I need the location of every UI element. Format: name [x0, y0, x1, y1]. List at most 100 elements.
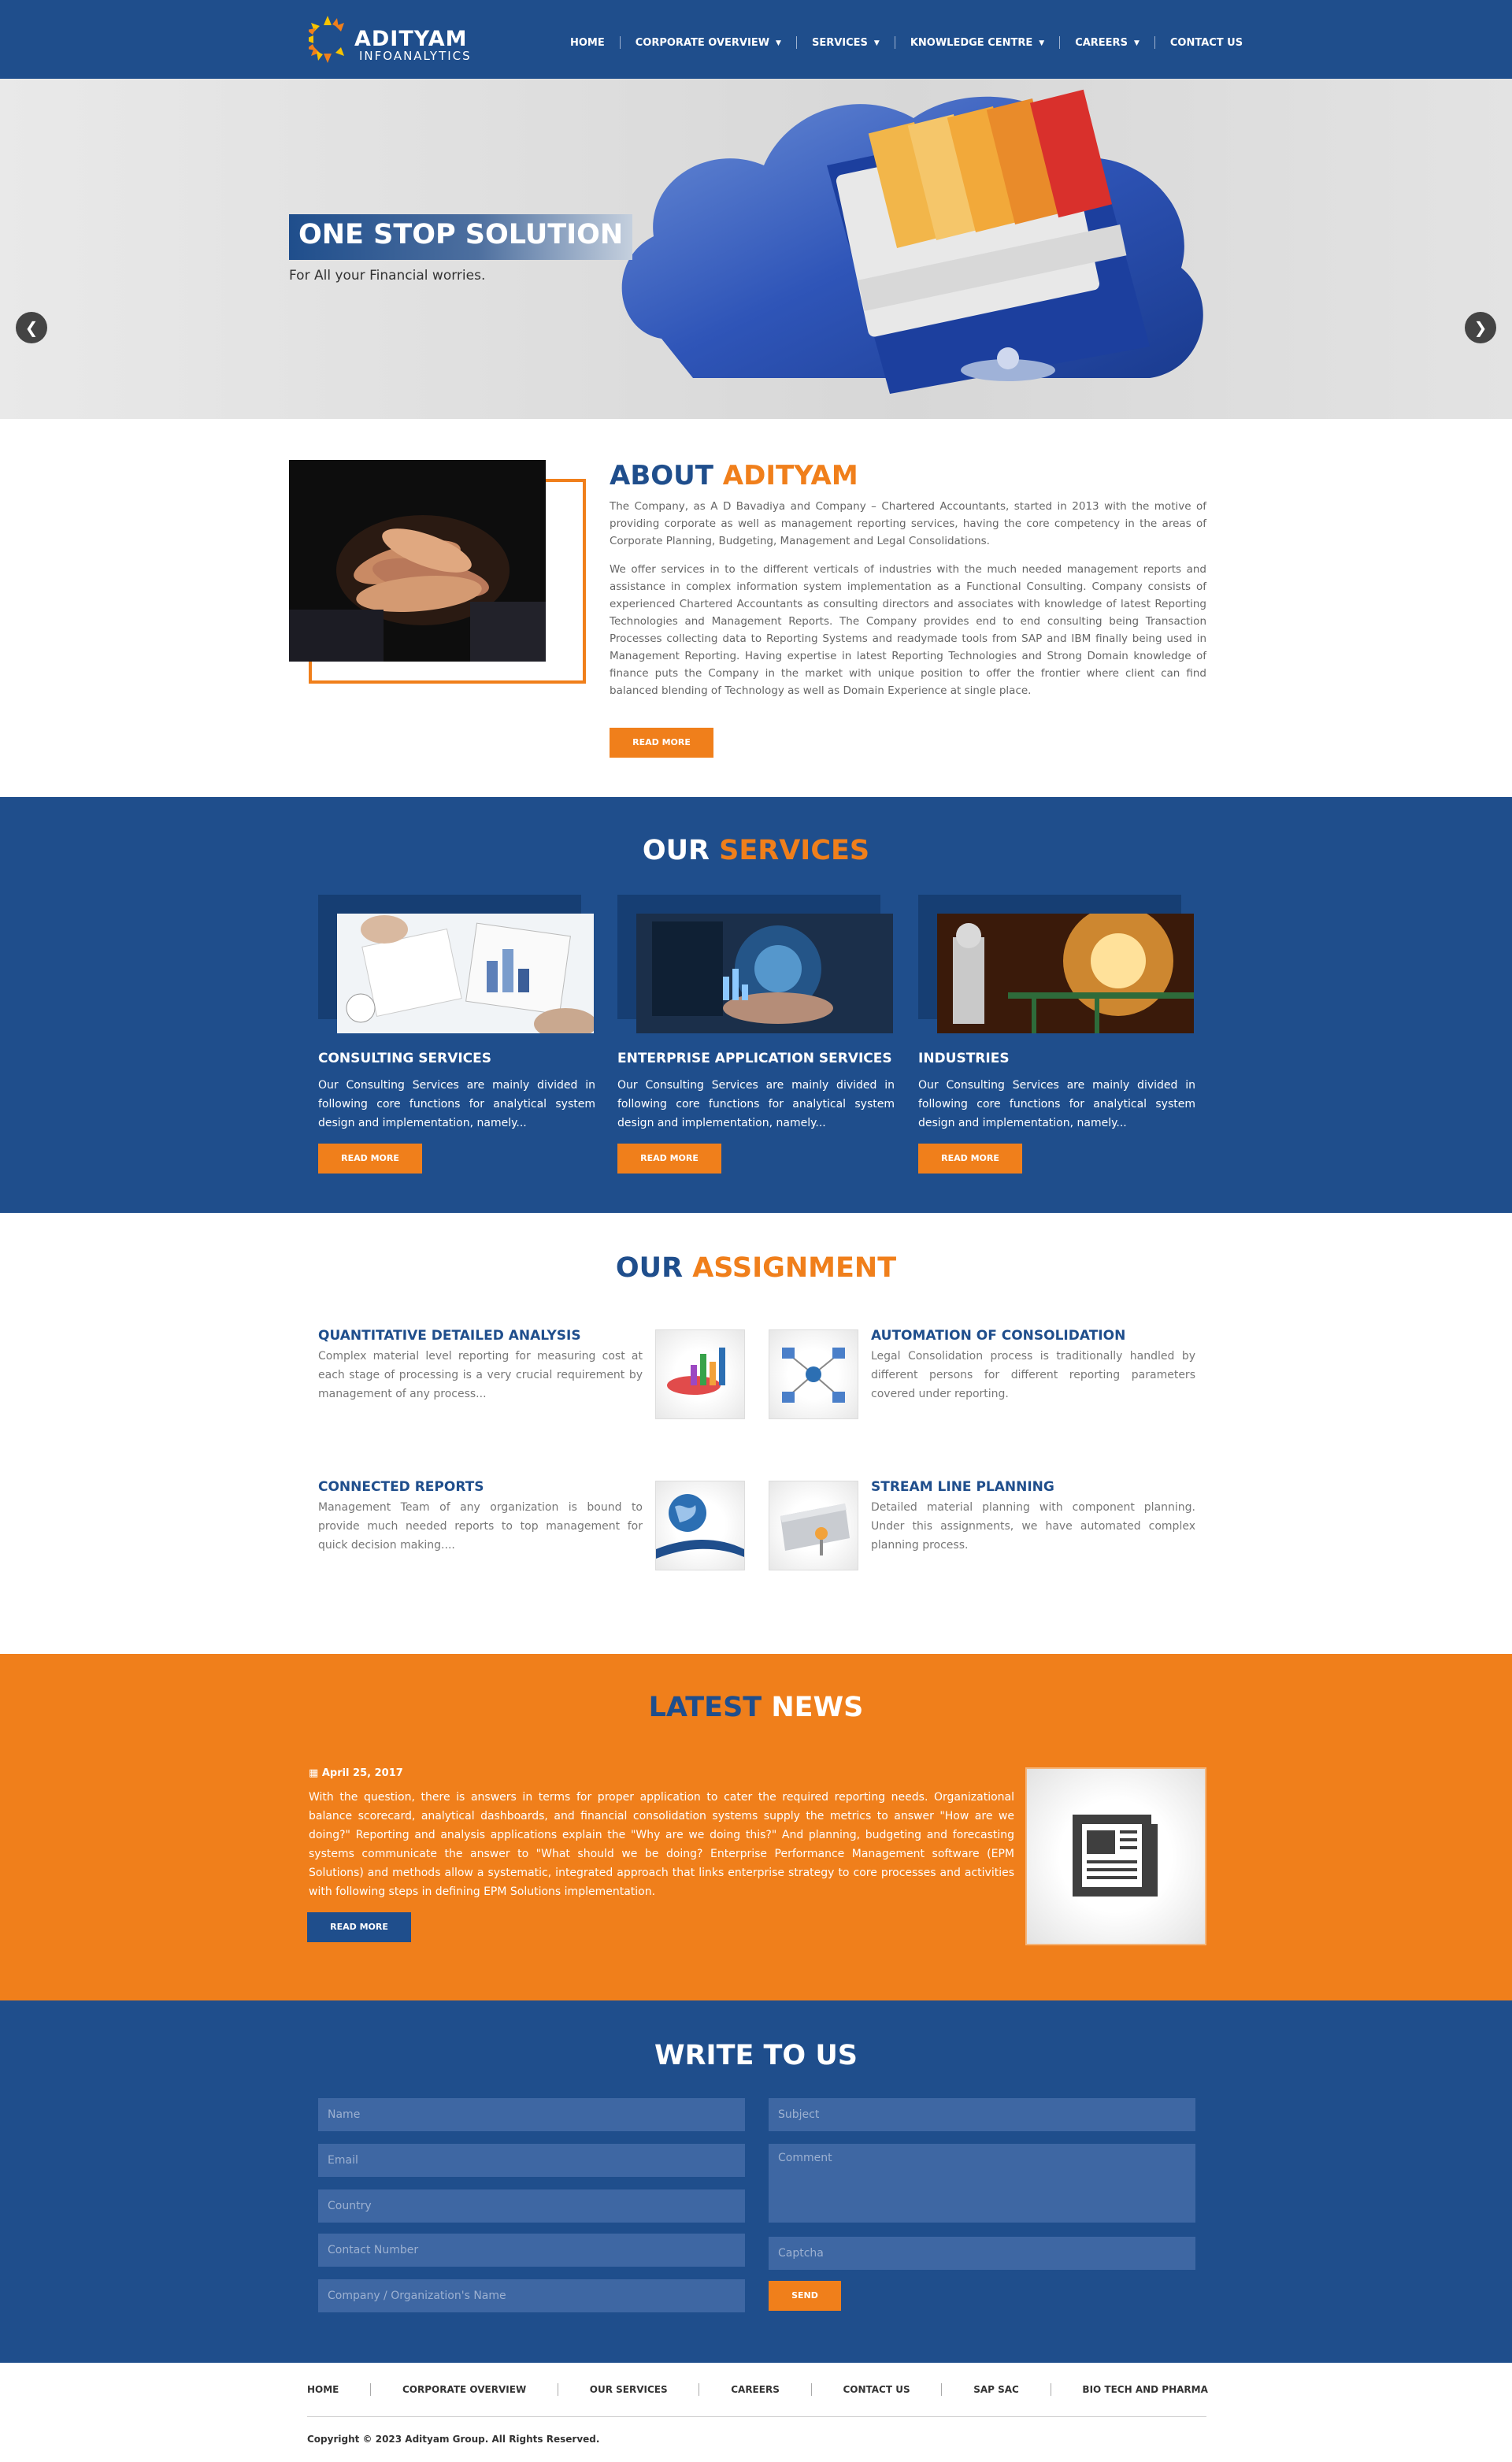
enterprise-app-image [636, 914, 893, 1033]
industries-read-more-button[interactable]: READ MORE [918, 1144, 1022, 1174]
nav-careers-label: CAREERS [1075, 36, 1128, 49]
caret-down-icon: ▼ [1133, 39, 1140, 47]
footer-link-home[interactable]: HOME [307, 2384, 339, 2395]
footer-link-contact[interactable]: CONTACT US [843, 2384, 910, 2395]
slider-next-button[interactable]: ❯ [1465, 312, 1496, 343]
news-title-b: NEWS [771, 1692, 864, 1723]
footer-divider-line [307, 2416, 1206, 2417]
footer-link-services[interactable]: OUR SERVICES [590, 2384, 668, 2395]
footer-link-careers[interactable]: CAREERS [731, 2384, 780, 2395]
email-input[interactable] [318, 2144, 745, 2177]
comment-textarea[interactable] [769, 2144, 1195, 2223]
caret-down-icon: ▼ [873, 39, 880, 47]
globe-icon [655, 1481, 745, 1570]
service-desc-enterprise: Our Consulting Services are mainly divid… [617, 1079, 895, 1129]
services-title-a: OUR [642, 835, 710, 866]
assignment-title-streamline: STREAM LINE PLANNING [871, 1479, 1054, 1495]
contact-number-input[interactable] [318, 2234, 745, 2267]
industries-image [937, 914, 1194, 1033]
cloud-folder-illustration [621, 89, 1203, 394]
footer-divider [370, 2383, 372, 2396]
news-date-text: April 25, 2017 [321, 1767, 403, 1779]
assignment-title-a: OUR [615, 1252, 684, 1284]
contact-title: WRITE TO US [654, 2040, 858, 2071]
about-paragraph-2: We offer services in to the different ve… [610, 563, 1206, 697]
about-title-a: ABOUT [610, 460, 713, 491]
service-name-industries: INDUSTRIES [918, 1051, 1010, 1066]
main-nav: HOME CORPORATE OVERVIEW ▼ SERVICES ▼ KNOWL… [555, 36, 1258, 49]
assignment-desc-quantitative: Complex material level reporting for mea… [318, 1350, 643, 1400]
news-read-more-button[interactable]: READ MORE [307, 1912, 411, 1942]
about-read-more-button[interactable]: READ MORE [610, 728, 713, 758]
assignment-title-b: ASSIGNMENT [692, 1252, 897, 1284]
nav-corporate-overview[interactable]: CORPORATE OVERVIEW ▼ [621, 37, 796, 49]
nav-corporate-label: CORPORATE OVERVIEW [635, 36, 770, 49]
nav-services[interactable]: SERVICES ▼ [797, 37, 895, 49]
hero-subtitle: For All your Financial worries. [289, 268, 486, 284]
about-section: ABOUT ADITYAM The Company, as A D Bavadi… [0, 419, 1512, 797]
services-title-b: SERVICES [719, 835, 870, 866]
enterprise-read-more-button[interactable]: READ MORE [617, 1144, 721, 1174]
about-title-b: ADITYAM [722, 460, 858, 491]
brand-tagline: INFOANALYTICS [359, 49, 472, 63]
captcha-input[interactable] [769, 2237, 1195, 2270]
news-section: LATEST NEWS ▦ April 25, 2017 With the qu… [0, 1654, 1512, 2000]
logo[interactable]: ADITYAM INFOANALYTICS [309, 11, 482, 68]
sun-logo-icon [309, 16, 344, 63]
nav-contact-label: CONTACT US [1169, 36, 1243, 49]
assignment-title: OUR ASSIGNMENT [0, 1252, 1512, 1284]
about-title: ABOUT ADITYAM [610, 460, 858, 491]
company-input[interactable] [318, 2279, 745, 2312]
services-section: OUR SERVICES CONSULTING SERVICES Our Con… [0, 797, 1512, 1213]
chevron-right-icon: ❯ [1473, 318, 1488, 337]
nav-knowledge-centre[interactable]: KNOWLEDGE CENTRE ▼ [895, 37, 1059, 49]
newspaper-icon [1025, 1767, 1206, 1945]
nav-home[interactable]: HOME [555, 37, 620, 49]
assignment-title-quantitative: QUANTITATIVE DETAILED ANALYSIS [318, 1328, 581, 1344]
news-title: LATEST NEWS [0, 1692, 1512, 1723]
consulting-read-more-button[interactable]: READ MORE [318, 1144, 422, 1174]
services-title: OUR SERVICES [0, 835, 1512, 866]
calendar-icon: ▦ [309, 1767, 319, 1779]
send-button[interactable]: SEND [769, 2281, 841, 2311]
service-desc-industries: Our Consulting Services are mainly divid… [918, 1079, 1195, 1129]
footer-link-biotech[interactable]: BIO TECH AND PHARMA [1082, 2384, 1207, 2395]
nav-home-label: HOME [570, 36, 605, 49]
nav-contact-us[interactable]: CONTACT US [1155, 37, 1258, 49]
news-date: ▦ April 25, 2017 [309, 1767, 403, 1779]
footer-divider [941, 2383, 943, 2396]
footer-link-corporate[interactable]: CORPORATE OVERVIEW [402, 2384, 526, 2395]
service-desc-consulting: Our Consulting Services are mainly divid… [318, 1079, 595, 1129]
footer-nav: HOME CORPORATE OVERVIEW OUR SERVICES CAR… [307, 2383, 1208, 2396]
assignment-desc-streamline: Detailed material planning with componen… [871, 1501, 1195, 1552]
brand-name: ADITYAM [354, 27, 468, 51]
bar-chart-icon [655, 1329, 745, 1419]
subject-input[interactable] [769, 2098, 1195, 2131]
teamwork-hands-image [289, 460, 546, 662]
copyright-text: Copyright © 2023 Adityam Group. All Righ… [307, 2434, 600, 2445]
service-name-consulting: CONSULTING SERVICES [318, 1051, 492, 1066]
nav-knowledge-label: KNOWLEDGE CENTRE [910, 36, 1033, 49]
network-icon [769, 1329, 858, 1419]
chevron-left-icon: ❮ [24, 318, 39, 337]
news-text: With the question, there is answers in t… [309, 1791, 1014, 1898]
country-input[interactable] [318, 2189, 745, 2223]
assignment-desc-automation: Legal Consolidation process is tradition… [871, 1350, 1195, 1400]
nav-services-label: SERVICES [811, 36, 868, 49]
slider-prev-button[interactable]: ❮ [16, 312, 47, 343]
hero-title: ONE STOP SOLUTION [298, 219, 624, 250]
service-name-enterprise: ENTERPRISE APPLICATION SERVICES [617, 1051, 892, 1066]
nav-careers[interactable]: CAREERS ▼ [1060, 37, 1154, 49]
footer-divider [810, 2383, 812, 2396]
footer-link-sap-sac[interactable]: SAP SAC [973, 2384, 1019, 2395]
name-input[interactable] [318, 2098, 745, 2131]
site-header: ADITYAM INFOANALYTICS HOME CORPORATE OVE… [0, 0, 1512, 79]
site-footer: HOME CORPORATE OVERVIEW OUR SERVICES CAR… [0, 2363, 1512, 2462]
assignment-title-connected: CONNECTED REPORTS [318, 1479, 484, 1495]
contact-section: WRITE TO US SEND [0, 2000, 1512, 2363]
consulting-image [337, 914, 594, 1033]
about-paragraph-1: The Company, as A D Bavadiya and Company… [610, 500, 1206, 547]
hero-slider: ONE STOP SOLUTION For All your Financial… [0, 79, 1512, 419]
assignment-title-automation: AUTOMATION OF CONSOLIDATION [871, 1328, 1126, 1344]
planning-board-icon [769, 1481, 858, 1570]
